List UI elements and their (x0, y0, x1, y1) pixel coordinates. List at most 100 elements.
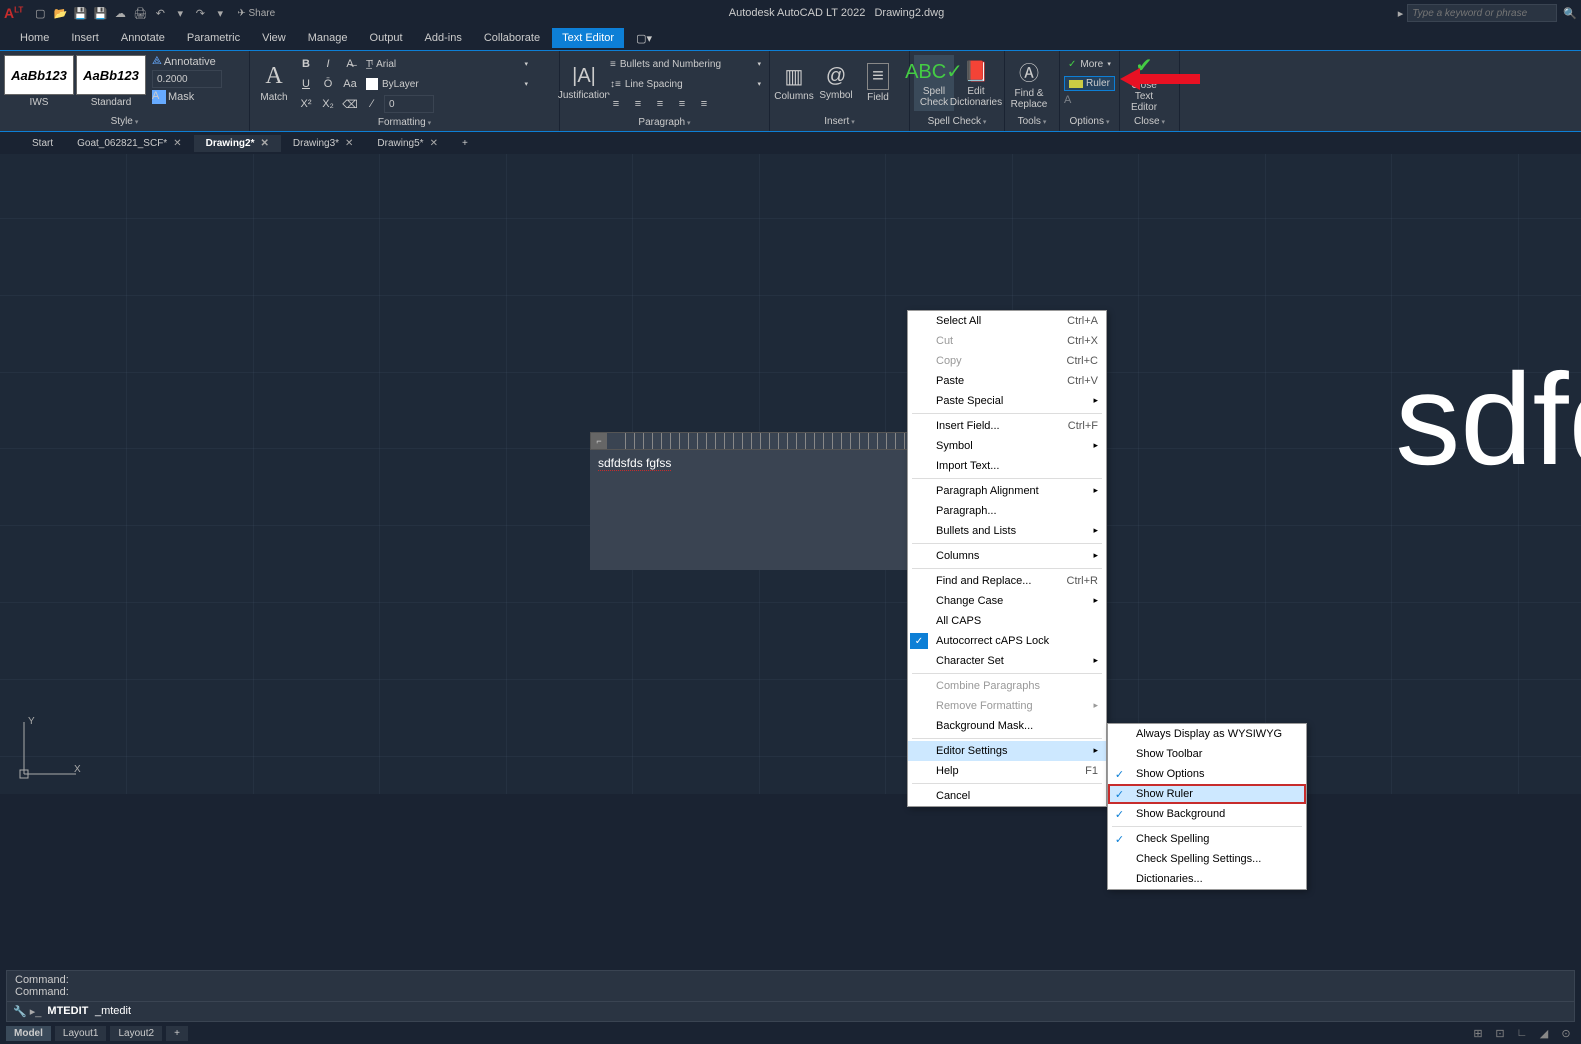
mask-icon[interactable]: A (152, 90, 166, 104)
drawing-canvas[interactable]: sdfd ⌐ sdfdsfds fgfss Y X (0, 154, 1581, 794)
ctx-character-set[interactable]: Character Set▸ (908, 651, 1106, 671)
sub-show-options[interactable]: ✓Show Options (1108, 764, 1306, 784)
ctx-paragraph-alignment[interactable]: Paragraph Alignment▸ (908, 481, 1106, 501)
spell-check-button[interactable]: ABC✓Spell Check (914, 55, 954, 111)
status-icon[interactable]: ◢ (1535, 1024, 1553, 1042)
subscript-button[interactable]: X₂ (318, 95, 338, 113)
open-icon[interactable]: 📂 (51, 4, 69, 22)
search-input[interactable] (1407, 4, 1557, 22)
align-center-button[interactable]: ≡ (628, 95, 648, 113)
more-dropdown[interactable]: ✓ More (1064, 55, 1115, 73)
status-icon[interactable]: ∟ (1513, 1024, 1531, 1042)
sub-show-ruler[interactable]: ✓Show Ruler (1108, 784, 1306, 804)
panel-label[interactable]: Tools (1007, 114, 1057, 129)
ruler-corner-icon[interactable]: ⌐ (591, 433, 607, 449)
strikethrough-button[interactable]: A̶ (340, 55, 360, 73)
add-layout-button[interactable]: + (166, 1026, 188, 1041)
status-icon[interactable]: ⊡ (1491, 1024, 1509, 1042)
clear-button[interactable]: ⌫ (340, 95, 360, 113)
sub-wysiwyg[interactable]: Always Display as WYSIWYG (1108, 724, 1306, 744)
find-replace-button[interactable]: ⒶFind & Replace (1009, 55, 1049, 111)
ctx-paste-special[interactable]: Paste Special▸ (908, 391, 1106, 411)
text-style-preview-standard[interactable]: AaBb123 (76, 55, 146, 95)
tab-output[interactable]: Output (360, 28, 413, 48)
panel-label[interactable]: Paragraph (562, 115, 767, 130)
tab-text-editor[interactable]: Text Editor (552, 28, 624, 48)
ctx-paste[interactable]: PasteCtrl+V (908, 371, 1106, 391)
ribbon-minimize-icon[interactable]: ▢▾ (626, 28, 662, 49)
layout-tab-model[interactable]: Model (6, 1026, 51, 1041)
ctx-help[interactable]: HelpF1 (908, 761, 1106, 781)
search-caret-icon[interactable]: ▸ (1398, 7, 1404, 20)
save-icon[interactable]: 💾 (71, 4, 89, 22)
ctx-symbol[interactable]: Symbol▸ (908, 436, 1106, 456)
tab-view[interactable]: View (252, 28, 296, 48)
tab-collaborate[interactable]: Collaborate (474, 28, 550, 48)
web-mobile-icon[interactable]: ☁ (111, 4, 129, 22)
ctx-bullets-lists[interactable]: Bullets and Lists▸ (908, 521, 1106, 541)
bullets-dropdown[interactable]: ≡ Bullets and Numbering (606, 55, 765, 73)
saveas-icon[interactable]: 💾 (91, 4, 109, 22)
redo-icon[interactable]: ↷ (191, 4, 209, 22)
align-right-button[interactable]: ≡ (650, 95, 670, 113)
ctx-find-replace[interactable]: Find and Replace...Ctrl+R (908, 571, 1106, 591)
superscript-button[interactable]: X² (296, 95, 316, 113)
ctx-select-all[interactable]: Select AllCtrl+A (908, 311, 1106, 331)
undo-icon[interactable]: ↶ (151, 4, 169, 22)
dropdown-icon[interactable]: ▾ (171, 4, 189, 22)
justification-button[interactable]: |A| Justification (564, 55, 604, 111)
align-justify-button[interactable]: ≡ (672, 95, 692, 113)
tab-addins[interactable]: Add-ins (415, 28, 472, 48)
ctx-all-caps[interactable]: All CAPS (908, 611, 1106, 631)
ctx-insert-field[interactable]: Insert Field...Ctrl+F (908, 416, 1106, 436)
italic-button[interactable]: I (318, 55, 338, 73)
new-icon[interactable]: ▢ (31, 4, 49, 22)
ctx-cancel[interactable]: Cancel (908, 786, 1106, 806)
sub-dictionaries[interactable]: Dictionaries... (1108, 869, 1306, 889)
underline-button[interactable]: U (296, 75, 316, 93)
sub-check-spelling[interactable]: ✓Check Spelling (1108, 829, 1306, 849)
ctx-autocorrect-caps[interactable]: ✓Autocorrect cAPS Lock (908, 631, 1106, 651)
ctx-background-mask[interactable]: Background Mask... (908, 716, 1106, 736)
ctx-editor-settings[interactable]: Editor Settings▸ (908, 741, 1106, 761)
dropdown-icon[interactable]: ▾ (211, 4, 229, 22)
annotative-icon[interactable]: ⟁ (152, 55, 162, 68)
command-input[interactable]: 🔧 ▸_ MTEDIT _mtedit (7, 1001, 1574, 1021)
doc-tab[interactable]: Drawing3*✕ (281, 135, 366, 152)
symbol-button[interactable]: @Symbol (816, 55, 856, 111)
panel-label[interactable]: Spell Check (912, 114, 1002, 129)
sub-check-spelling-settings[interactable]: Check Spelling Settings... (1108, 849, 1306, 869)
oblique-icon[interactable]: ∕ (362, 95, 382, 113)
status-icon[interactable]: ⊞ (1469, 1024, 1487, 1042)
overline-button[interactable]: Ō (318, 75, 338, 93)
sub-show-toolbar[interactable]: Show Toolbar (1108, 744, 1306, 764)
text-height-input[interactable] (152, 70, 222, 88)
tab-parametric[interactable]: Parametric (177, 28, 250, 48)
tab-insert[interactable]: Insert (61, 28, 109, 48)
status-icon[interactable]: ⊙ (1557, 1024, 1575, 1042)
close-icon[interactable]: ✕ (173, 138, 181, 149)
doc-tab[interactable]: Drawing5*✕ (365, 135, 450, 152)
layout-tab[interactable]: Layout2 (110, 1026, 162, 1041)
close-icon[interactable]: ✕ (345, 138, 353, 149)
search-icon[interactable]: 🔍 (1563, 7, 1577, 20)
ctx-import-text[interactable]: Import Text... (908, 456, 1106, 476)
tab-annotate[interactable]: Annotate (111, 28, 175, 48)
tab-manage[interactable]: Manage (298, 28, 358, 48)
field-button[interactable]: ≡Field (858, 55, 898, 111)
font-dropdown[interactable]: T̲ͭ Arial (362, 55, 532, 73)
panel-label[interactable]: Formatting (252, 115, 557, 130)
share-button[interactable]: ✈ Share (237, 8, 275, 19)
ruler-toggle-button[interactable]: Ruler (1064, 76, 1115, 91)
ctx-columns[interactable]: Columns▸ (908, 546, 1106, 566)
edit-dictionaries-button[interactable]: 📕Edit Dictionaries (956, 55, 996, 111)
new-tab-button[interactable]: + (450, 135, 480, 152)
bold-button[interactable]: B (296, 55, 316, 73)
close-icon[interactable]: ✕ (430, 138, 438, 149)
width-factor-input[interactable] (384, 95, 434, 113)
ctx-change-case[interactable]: Change Case▸ (908, 591, 1106, 611)
uppercase-button[interactable]: Aa (340, 75, 360, 93)
layout-tab[interactable]: Layout1 (55, 1026, 107, 1041)
align-left-button[interactable]: ≡ (606, 95, 626, 113)
panel-label[interactable]: Style (2, 114, 247, 129)
